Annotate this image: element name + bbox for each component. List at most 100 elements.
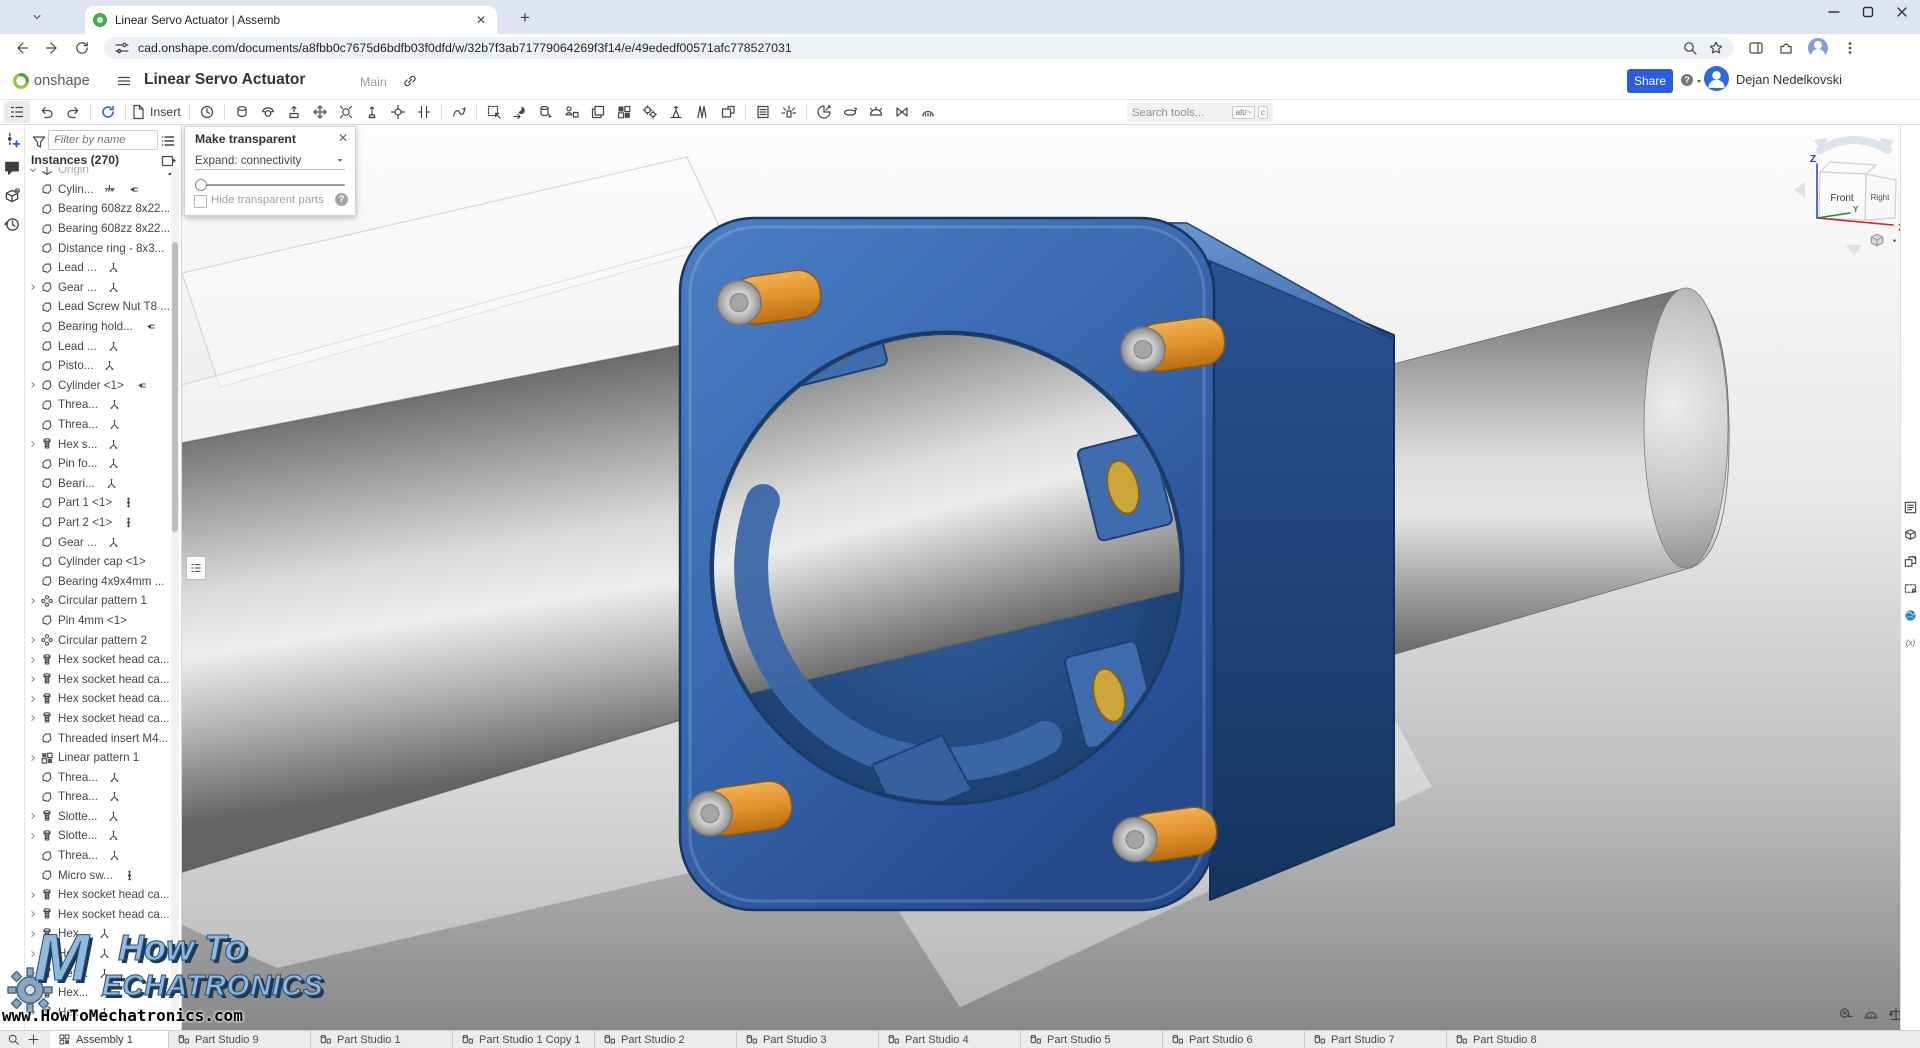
instance-row[interactable]: Hex... [25, 963, 171, 983]
instance-row[interactable]: Cylinder <1> [25, 376, 171, 396]
instance-row[interactable]: Micro sw... [25, 865, 171, 885]
hide-transparent-checkbox[interactable] [194, 195, 207, 208]
back-icon[interactable] [14, 40, 30, 56]
gear-relation-icon[interactable] [637, 101, 663, 123]
fastened-mate-icon[interactable] [229, 101, 255, 123]
tab-search-icon[interactable] [7, 1033, 20, 1046]
instance-row[interactable]: Circular pattern 1 [25, 591, 171, 611]
slider-track[interactable] [195, 184, 345, 186]
insert-button[interactable]: Insert [130, 101, 185, 123]
dialog-help-icon[interactable]: ? [335, 193, 348, 206]
chevron-right-icon[interactable] [29, 656, 40, 664]
instance-row[interactable]: Threa... [25, 415, 171, 435]
close-tab-icon[interactable]: ✕ [473, 13, 489, 27]
replicate-icon[interactable] [533, 101, 559, 123]
selection-panel-icon[interactable] [1903, 581, 1918, 596]
chevron-right-icon[interactable] [29, 754, 40, 762]
document-title[interactable]: Linear Servo Actuator [144, 71, 305, 89]
chevron-right-icon[interactable] [29, 989, 40, 997]
slider-knob[interactable] [195, 179, 207, 191]
instance-row[interactable]: Hex socket head ca... [25, 689, 171, 709]
duplicate-icon[interactable] [585, 101, 611, 123]
parallel-mate-icon[interactable] [411, 101, 437, 123]
document-tab-part-studio-6[interactable]: Part Studio 6 [1162, 1031, 1304, 1048]
filter-funnel-icon[interactable] [31, 134, 47, 150]
instance-row[interactable]: Origin [25, 167, 171, 180]
instance-row[interactable]: Beari... [25, 474, 171, 494]
instance-row[interactable]: Pisto... [25, 356, 171, 376]
history-icon[interactable] [3, 215, 21, 233]
instance-row[interactable]: Bearing 608zz 8x22... [25, 219, 171, 239]
measure-icon[interactable] [1838, 1006, 1854, 1022]
instance-row[interactable]: Lead Screw Nut T8 ... [25, 297, 171, 317]
instance-row[interactable]: Distance ring - 8x3... [25, 238, 171, 258]
side-panel-icon[interactable] [1748, 40, 1764, 56]
user-name[interactable]: Dejan Nedelkovski [1736, 72, 1842, 87]
update-icon[interactable] [95, 101, 121, 123]
comments-icon[interactable] [3, 159, 21, 177]
3d-viewport[interactable] [182, 125, 1900, 1030]
group-icon[interactable] [481, 101, 507, 123]
site-info-icon[interactable] [114, 40, 130, 56]
instance-row[interactable]: Hex... [25, 924, 171, 944]
chevron-right-icon[interactable] [29, 930, 40, 938]
instance-row[interactable]: Linear pattern 1 [25, 748, 171, 768]
display-states-icon[interactable] [863, 101, 889, 123]
instance-row[interactable]: Cylinder cap <1> [25, 552, 171, 572]
bookmark-star-icon[interactable] [1708, 40, 1724, 56]
chevron-right-icon[interactable] [29, 381, 40, 389]
chevron-right-icon[interactable] [29, 891, 40, 899]
lens-icon[interactable] [1682, 40, 1698, 56]
transparency-slider[interactable] [195, 179, 345, 191]
chevron-right-icon[interactable] [29, 440, 40, 448]
mate-relation-icon[interactable] [446, 101, 472, 123]
spring-icon[interactable] [689, 101, 715, 123]
instance-row[interactable]: Part 1 <1> [25, 493, 171, 513]
instance-row[interactable]: Hex socket head ca... [25, 709, 171, 729]
parts-panel-icon[interactable] [1903, 527, 1918, 542]
instance-row[interactable]: Bearing 608zz 8x22... [25, 199, 171, 219]
chevron-down-icon[interactable] [29, 167, 40, 174]
forward-icon[interactable] [44, 40, 60, 56]
close-window-icon[interactable] [1894, 4, 1910, 20]
add-tab-icon[interactable] [27, 1033, 40, 1046]
share-button[interactable]: Share [1627, 69, 1673, 93]
redo-icon[interactable] [60, 101, 86, 123]
versions-panel-icon[interactable] [1903, 554, 1918, 569]
instance-row[interactable]: Hex s... [25, 434, 171, 454]
assembly-structure-icon[interactable] [4, 101, 30, 123]
revolute-mate-icon[interactable] [255, 101, 281, 123]
maximize-icon[interactable] [1860, 4, 1876, 20]
instance-row[interactable]: Hex... [25, 983, 171, 1003]
reload-icon[interactable] [74, 40, 90, 56]
extensions-puzzle-icon[interactable] [1778, 40, 1794, 56]
instance-row[interactable]: Gear ... [25, 278, 171, 298]
instance-row[interactable]: Bearing 4x9x4mm ... [25, 571, 171, 591]
instance-row[interactable]: Cylin... [25, 180, 171, 200]
instance-row[interactable]: Part 2 <1> [25, 513, 171, 533]
instance-row[interactable]: Threa... [25, 787, 171, 807]
browser-profile-avatar[interactable] [1808, 38, 1828, 58]
document-tab-part-studio-8[interactable]: Part Studio 8 [1446, 1031, 1588, 1048]
planar-mate-icon[interactable] [307, 101, 333, 123]
named-views-icon[interactable] [559, 101, 585, 123]
chevron-right-icon[interactable] [29, 597, 40, 605]
instance-row[interactable]: Threaded insert M4... [25, 728, 171, 748]
workspace-label[interactable]: Main [360, 75, 387, 89]
ball-mate-icon[interactable] [333, 101, 359, 123]
chevron-right-icon[interactable] [29, 695, 40, 703]
instance-row[interactable]: Hex socket head ca... [25, 905, 171, 925]
browser-tab[interactable]: Linear Servo Actuator | Assemb ✕ [85, 6, 497, 34]
chevron-right-icon[interactable] [29, 832, 40, 840]
selection-list-tab[interactable] [186, 556, 206, 580]
document-tab-part-studio-9[interactable]: Part Studio 9 [168, 1031, 310, 1048]
instance-row[interactable]: Pin 4mm <1> [25, 611, 171, 631]
chevron-right-icon[interactable] [29, 714, 40, 722]
animate-icon[interactable] [811, 101, 837, 123]
search-tools-input[interactable]: Search tools... alt/~ c [1127, 103, 1273, 122]
filter-input[interactable] [48, 130, 158, 150]
user-avatar[interactable] [1704, 66, 1729, 91]
insert-mate-icon[interactable] [3, 131, 21, 149]
chevron-right-icon[interactable] [29, 950, 40, 958]
instance-row[interactable]: Hex socket head ca... [25, 669, 171, 689]
